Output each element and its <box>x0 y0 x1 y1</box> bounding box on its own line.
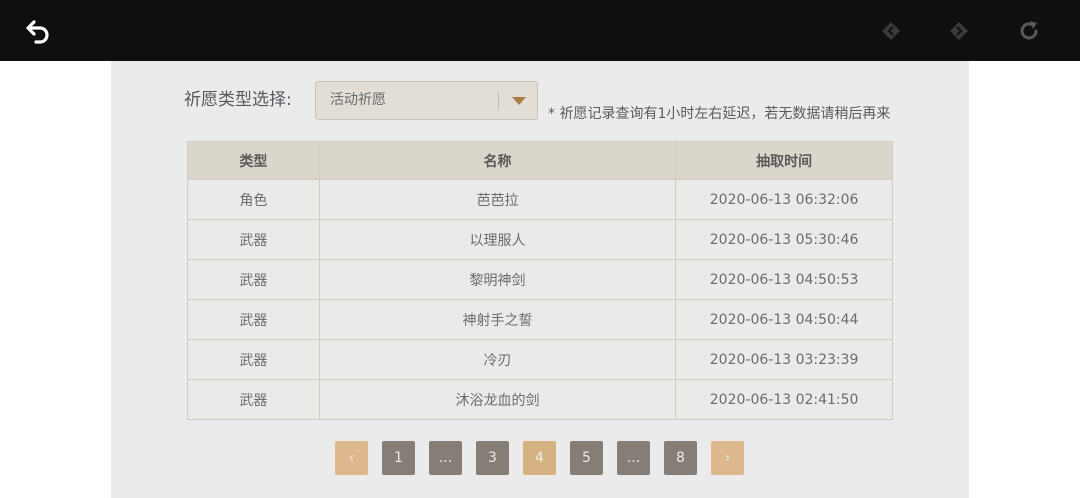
pager-page-5[interactable]: 5 <box>570 441 603 475</box>
pager-ellipsis[interactable]: ... <box>429 441 462 475</box>
delay-notice: * 祈愿记录查询有1小时左右延迟，若无数据请稍后再来 <box>548 106 891 122</box>
reload-button[interactable] <box>1013 15 1045 47</box>
cell-time: 2020-06-13 05:30:46 <box>675 219 893 260</box>
cell-time: 2020-06-13 03:23:39 <box>675 339 893 380</box>
wish-history-panel: 祈愿类型选择: 活动祈愿 * 祈愿记录查询有1小时左右延迟，若无数据请稍后再来 … <box>111 61 969 498</box>
chevron-down-icon <box>512 97 526 105</box>
back-arrow-icon <box>26 20 49 44</box>
cell-name: 沐浴龙血的剑 <box>318 379 677 420</box>
cell-time: 2020-06-13 04:50:53 <box>675 259 893 300</box>
cell-name: 以理服人 <box>318 219 677 260</box>
cell-name: 冷刃 <box>318 339 677 380</box>
pager-next-button[interactable]: › <box>711 441 744 475</box>
table-row: 武器 以理服人 2020-06-13 05:30:46 <box>187 219 893 260</box>
cell-type: 武器 <box>187 219 320 260</box>
cell-type: 武器 <box>187 379 320 420</box>
diamond-right-icon <box>950 22 968 40</box>
reload-icon <box>1020 21 1038 40</box>
cell-time: 2020-06-13 06:32:06 <box>675 179 893 220</box>
top-toolbar <box>0 0 1080 61</box>
dropdown-divider <box>498 93 499 110</box>
cell-time: 2020-06-13 04:50:44 <box>675 299 893 340</box>
table-row: 武器 冷刃 2020-06-13 03:23:39 <box>187 339 893 380</box>
next-page-button[interactable] <box>943 15 975 47</box>
cell-time: 2020-06-13 02:41:50 <box>675 379 893 420</box>
table-row: 武器 黎明神剑 2020-06-13 04:50:53 <box>187 259 893 300</box>
wish-type-label: 祈愿类型选择: <box>184 90 292 110</box>
cell-type: 武器 <box>187 339 320 380</box>
header-type: 类型 <box>187 141 320 180</box>
table-row: 武器 神射手之誓 2020-06-13 04:50:44 <box>187 299 893 340</box>
wish-type-selected: 活动祈愿 <box>330 92 386 108</box>
table-row: 角色 芭芭拉 2020-06-13 06:32:06 <box>187 179 893 220</box>
diamond-left-icon <box>882 22 900 40</box>
pager-page-1[interactable]: 1 <box>382 441 415 475</box>
cell-name: 芭芭拉 <box>318 179 677 220</box>
cell-name: 黎明神剑 <box>318 259 677 300</box>
pager-prev-button[interactable]: ‹ <box>335 441 368 475</box>
header-name: 名称 <box>318 141 677 180</box>
table-header-row: 类型 名称 抽取时间 <box>187 141 893 180</box>
pager-page-4-current[interactable]: 4 <box>523 441 556 475</box>
prev-page-button[interactable] <box>875 15 907 47</box>
cell-name: 神射手之誓 <box>318 299 677 340</box>
cell-type: 角色 <box>187 179 320 220</box>
cell-type: 武器 <box>187 259 320 300</box>
header-time: 抽取时间 <box>675 141 893 180</box>
back-button[interactable] <box>22 15 54 47</box>
pagination: ‹ 1 ... 3 4 5 ... 8 › <box>335 441 744 475</box>
pager-ellipsis[interactable]: ... <box>617 441 650 475</box>
cell-type: 武器 <box>187 299 320 340</box>
wish-history-table: 类型 名称 抽取时间 角色 芭芭拉 2020-06-13 06:32:06 武器… <box>187 141 893 420</box>
pager-page-8[interactable]: 8 <box>664 441 697 475</box>
wish-type-dropdown[interactable]: 活动祈愿 <box>315 81 538 120</box>
table-row: 武器 沐浴龙血的剑 2020-06-13 02:41:50 <box>187 379 893 420</box>
pager-page-3[interactable]: 3 <box>476 441 509 475</box>
